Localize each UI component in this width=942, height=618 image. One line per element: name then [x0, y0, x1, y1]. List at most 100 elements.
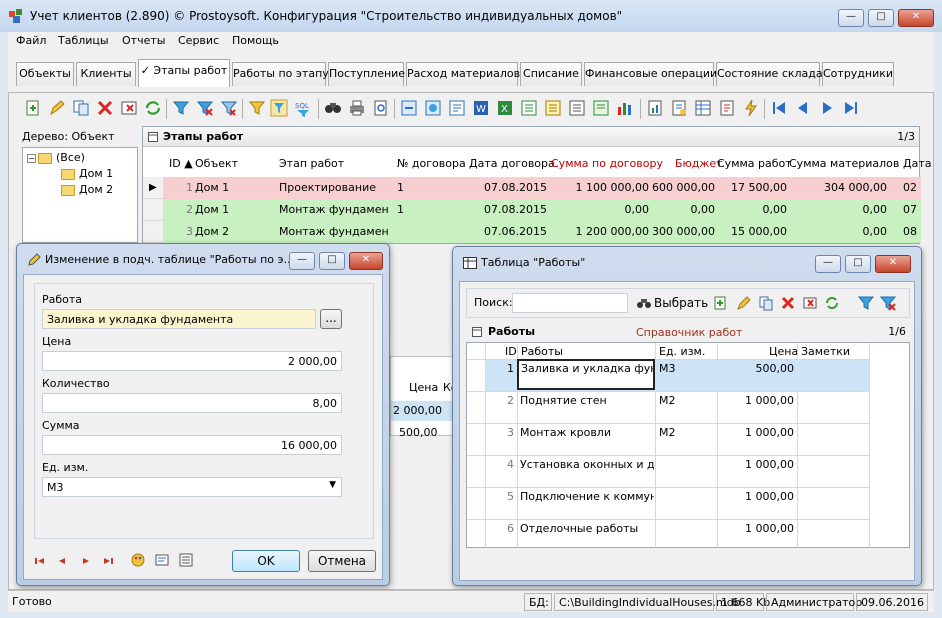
- export-word-icon[interactable]: W: [472, 99, 490, 117]
- tab-work-stages[interactable]: ✓ Этапы работ: [138, 59, 230, 87]
- view-filter-icon[interactable]: [248, 99, 266, 117]
- browse-button[interactable]: ...: [320, 309, 342, 329]
- copy-icon[interactable]: [72, 99, 90, 117]
- col-id[interactable]: ID: [505, 345, 517, 358]
- delete-table-icon[interactable]: [120, 99, 138, 117]
- tab-employees[interactable]: Сотрудники: [822, 62, 894, 86]
- tab-clients[interactable]: Клиенты: [76, 62, 136, 86]
- col-date[interactable]: Дата: [903, 157, 931, 170]
- col-materials-sum[interactable]: Сумма материалов: [789, 157, 899, 170]
- collapse-icon[interactable]: −: [27, 153, 36, 163]
- tab-objects[interactable]: Объекты: [16, 62, 74, 86]
- col-stage[interactable]: Этап работ: [279, 157, 344, 170]
- menu-help[interactable]: Помощь: [232, 34, 279, 47]
- last-record-icon[interactable]: [100, 553, 116, 569]
- unit-select[interactable]: М3 ▼: [42, 477, 342, 497]
- preview-icon[interactable]: [372, 99, 390, 117]
- add-icon[interactable]: [24, 99, 42, 117]
- work-field[interactable]: Заливка и укладка фундамента: [42, 309, 316, 329]
- sum-field[interactable]: 16 000,00: [42, 435, 342, 455]
- form-settings-icon[interactable]: [154, 552, 170, 568]
- row-indicator[interactable]: ▶: [143, 177, 163, 199]
- filter-icon[interactable]: [858, 295, 874, 311]
- table-row[interactable]: 2 Дом 1 Монтаж фундамента 1 07.08.2015 0…: [163, 199, 921, 221]
- refresh-icon[interactable]: [824, 295, 840, 311]
- export-excel-icon[interactable]: X: [496, 99, 514, 117]
- group-filter-icon[interactable]: [270, 99, 288, 117]
- ok-button[interactable]: OK: [232, 550, 300, 572]
- quantity-field[interactable]: 8,00: [42, 393, 342, 413]
- tab-finance[interactable]: Финансовые операции: [584, 62, 717, 86]
- maximize-button[interactable]: □: [319, 252, 345, 270]
- form-edit-icon[interactable]: [178, 552, 194, 568]
- export-rtf-icon[interactable]: [592, 99, 610, 117]
- tab-stage-works[interactable]: Работы по этапу: [232, 62, 329, 86]
- filter-remove-icon[interactable]: [220, 99, 238, 117]
- table-row[interactable]: 6 Отделочные работы 1 000,00: [486, 520, 869, 548]
- col-id[interactable]: ID ▲: [169, 157, 193, 170]
- delete-icon[interactable]: [96, 99, 114, 117]
- export-xml-icon[interactable]: [448, 99, 466, 117]
- col-works[interactable]: Работы: [521, 345, 563, 358]
- export-text-icon[interactable]: [568, 99, 586, 117]
- prev-record-icon[interactable]: [794, 99, 812, 117]
- next-record-icon[interactable]: [818, 99, 836, 117]
- edit-icon[interactable]: [736, 295, 752, 311]
- col-contract[interactable]: № договора: [397, 157, 466, 170]
- filter-icon[interactable]: [172, 99, 190, 117]
- print-icon[interactable]: [348, 99, 366, 117]
- export-html-icon[interactable]: [424, 99, 442, 117]
- table-row[interactable]: 2 Поднятие стен М2 1 000,00: [486, 392, 869, 423]
- row-indicator[interactable]: [143, 199, 163, 221]
- palette-icon[interactable]: [130, 552, 146, 568]
- form-icon[interactable]: [718, 99, 736, 117]
- sql-icon[interactable]: SQL: [294, 99, 312, 117]
- export-icon[interactable]: [400, 99, 418, 117]
- report-icon[interactable]: [646, 99, 664, 117]
- close-button[interactable]: ✕: [898, 9, 934, 27]
- col-contract-date[interactable]: Дата договора: [469, 157, 555, 170]
- menu-tables[interactable]: Таблицы: [58, 34, 109, 47]
- menu-service[interactable]: Сервис: [178, 34, 219, 47]
- copy-icon[interactable]: [758, 295, 774, 311]
- maximize-button[interactable]: □: [845, 255, 871, 273]
- tab-warehouse[interactable]: Состояние склада: [716, 62, 823, 86]
- filter-clear-icon[interactable]: [880, 295, 896, 311]
- refresh-icon[interactable]: [144, 99, 162, 117]
- tree-item-house-1[interactable]: Дом 1: [61, 167, 113, 180]
- table-row[interactable]: 4 Установка оконных и дверей 1 000,00: [486, 456, 869, 487]
- first-record-icon[interactable]: [770, 99, 788, 117]
- delete-icon[interactable]: [780, 295, 796, 311]
- report-edit-icon[interactable]: [670, 99, 688, 117]
- next-record-icon[interactable]: [78, 553, 94, 569]
- tree-item-all[interactable]: − (Все): [27, 151, 85, 164]
- chart-icon[interactable]: [616, 99, 634, 117]
- table-row[interactable]: 3 Дом 2 Монтаж фундамента 07.06.2015 1 2…: [163, 221, 921, 243]
- table-settings-icon[interactable]: [694, 99, 712, 117]
- minimize-button[interactable]: —: [289, 252, 315, 270]
- col-price[interactable]: Цена: [409, 381, 438, 394]
- close-button[interactable]: ✕: [349, 252, 383, 270]
- minimize-button[interactable]: —: [815, 255, 841, 273]
- cancel-button[interactable]: Отмена: [308, 550, 376, 572]
- table-row[interactable]: 2 000,00: [391, 401, 457, 421]
- tree-item-house-2[interactable]: Дом 2: [61, 183, 113, 196]
- menu-reports[interactable]: Отчеты: [122, 34, 165, 47]
- menu-file[interactable]: Файл: [16, 34, 46, 47]
- table-row[interactable]: 5 Подключение к коммуникациям 1 000,00: [486, 488, 869, 519]
- row-indicator[interactable]: [143, 221, 163, 243]
- table-row[interactable]: 3 Монтаж кровли М2 1 000,00: [486, 424, 869, 455]
- maximize-button[interactable]: □: [868, 9, 894, 27]
- lightning-icon[interactable]: [742, 99, 760, 117]
- col-works-sum[interactable]: Сумма работ: [717, 157, 792, 170]
- search-icon[interactable]: [324, 99, 342, 117]
- export-csv-icon[interactable]: [520, 99, 538, 117]
- col-object[interactable]: Объект: [195, 157, 238, 170]
- price-field[interactable]: 2 000,00: [42, 351, 342, 371]
- edit-icon[interactable]: [48, 99, 66, 117]
- minimize-button[interactable]: —: [838, 9, 864, 27]
- table-row[interactable]: 500,00: [391, 423, 457, 443]
- col-unit[interactable]: Ед. изм.: [659, 345, 705, 358]
- chevron-down-icon[interactable]: ▼: [329, 480, 336, 490]
- col-contract-sum[interactable]: Сумма по договору: [551, 157, 663, 170]
